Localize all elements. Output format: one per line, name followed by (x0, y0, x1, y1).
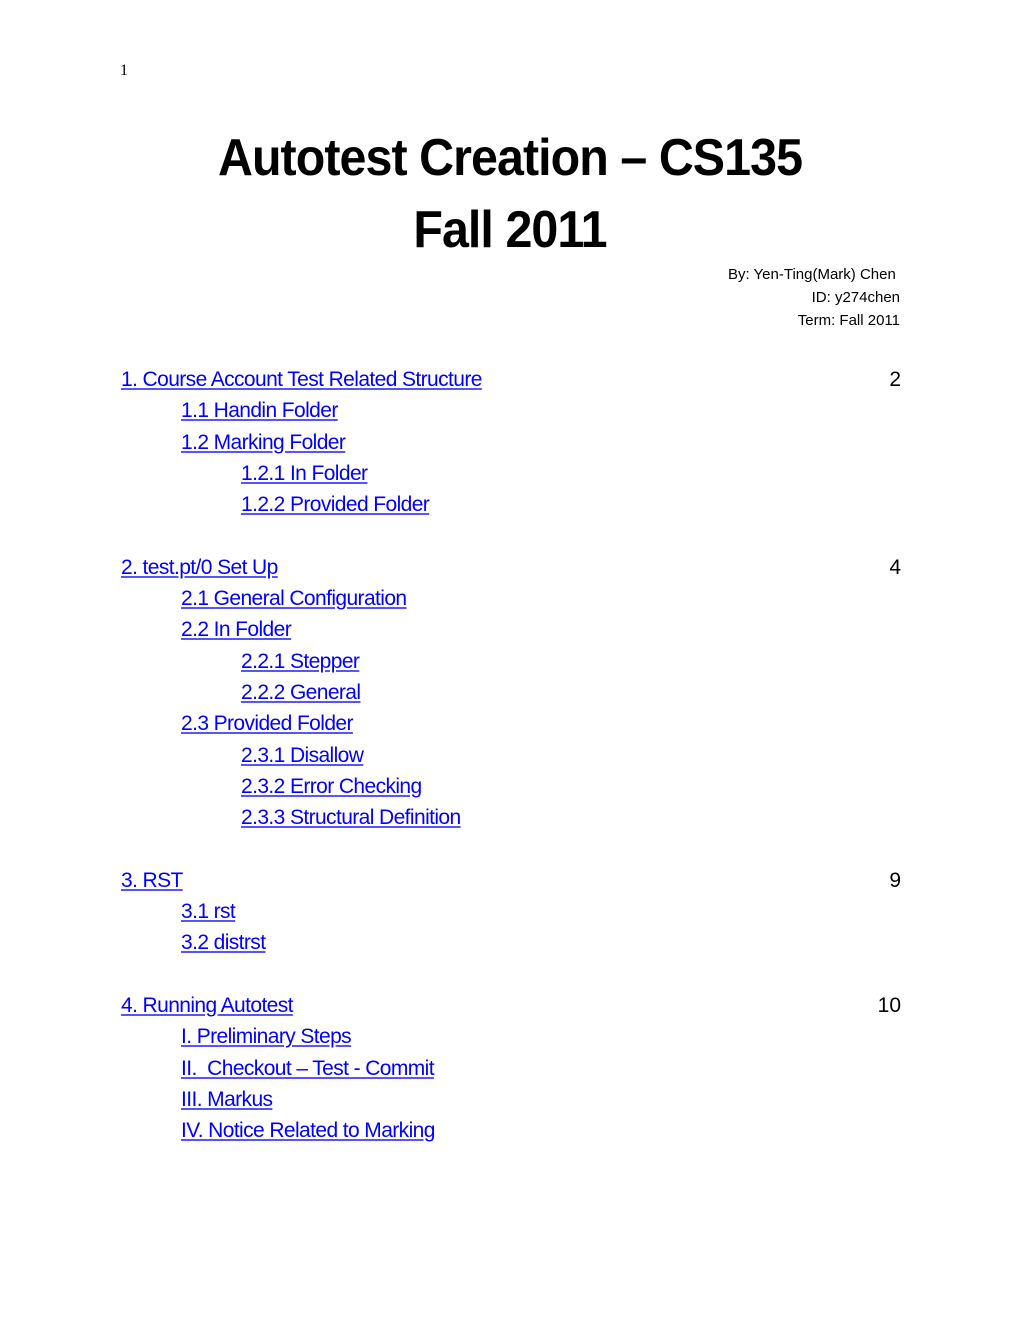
toc-subentry: 2.3.2 Error Checking (121, 771, 901, 802)
toc-link[interactable]: 1. Course Account Test Related Structure (121, 364, 482, 395)
toc-page-number: 9 (889, 868, 901, 892)
toc-link[interactable]: 3. RST (121, 865, 183, 896)
toc-link[interactable]: 2. test.pt/0 Set Up (121, 552, 278, 583)
toc-page-number: 10 (877, 993, 901, 1017)
author-term: Term: Fall 2011 (797, 312, 900, 329)
toc-subentry: 2.2.1 Stepper (121, 646, 901, 677)
toc-entry: 3. RST 9 (121, 865, 901, 896)
toc-sublink[interactable]: 2.3 Provided Folder (181, 708, 353, 739)
page-number: 1 (120, 62, 128, 79)
title-line-1: Autotest Creation – CS135 (217, 129, 803, 187)
toc-subentry: 2.2.2 General (121, 677, 901, 708)
toc-sublink[interactable]: IV. Notice Related to Marking (181, 1115, 435, 1146)
toc-subentry: 2.2 In Folder (121, 614, 901, 645)
toc-subentry: 3.1 rst (121, 896, 901, 927)
author-name: By: Yen-Ting(Mark) Chen (727, 266, 900, 283)
toc-page-number: 4 (889, 555, 901, 579)
toc-section: 2. test.pt/0 Set Up 4 2.1 General Configur… (121, 552, 901, 834)
toc-subentry: 1.2.2 Provided Folder (121, 489, 901, 520)
toc-subentry: 3.2 distrst (121, 927, 901, 958)
toc-sublink[interactable]: I. Preliminary Steps (181, 1021, 352, 1052)
toc-sublink[interactable]: 3.1 rst (181, 896, 236, 927)
toc-subentry: 1.2 Marking Folder (121, 427, 901, 458)
toc-page-number: 2 (889, 368, 901, 391)
toc-sublink[interactable]: 1.1 Handin Folder (181, 395, 338, 426)
toc-subentry: 1.1 Handin Folder (121, 395, 901, 426)
author-id: ID: y274chen (811, 289, 900, 306)
toc-subentry: III. Markus (121, 1084, 901, 1115)
toc-section: 4. Running Autotest 10 I. Preliminary Step… (121, 990, 901, 1146)
toc-subentry: 1.2.1 In Folder (121, 458, 901, 489)
toc-sublink[interactable]: 1.2.2 Provided Folder (241, 489, 430, 520)
toc-subentry: I. Preliminary Steps (121, 1021, 901, 1052)
toc-sublink[interactable]: 2.1 General Configuration (181, 583, 407, 614)
document-title: Autotest Creation – CS135 Fall 2011 (36, 122, 985, 266)
toc-sublink[interactable]: II. Checkout – Test - Commit (181, 1053, 435, 1084)
toc-sublink[interactable]: 2.3.1 Disallow (241, 740, 364, 771)
toc-sublink[interactable]: III. Markus (181, 1084, 273, 1115)
toc-subentry: 2.3.1 Disallow (121, 740, 901, 771)
toc-sublink[interactable]: 2.3.3 Structural Definition (241, 802, 461, 833)
table-of-contents: 1. Course Account Test Related Structure… (121, 364, 901, 1178)
toc-sublink[interactable]: 2.3.2 Error Checking (241, 771, 422, 802)
toc-sublink[interactable]: 2.2 In Folder (181, 614, 292, 645)
toc-subentry: 2.3 Provided Folder (121, 708, 901, 739)
title-line-2: Fall 2011 (413, 201, 607, 259)
toc-entry: 4. Running Autotest 10 (121, 990, 901, 1021)
toc-link[interactable]: 4. Running Autotest (121, 990, 294, 1021)
toc-section: 3. RST 9 3.1 rst 3.2 distrst (121, 865, 901, 959)
toc-sublink[interactable]: 3.2 distrst (181, 927, 266, 958)
toc-sublink[interactable]: 1.2.1 In Folder (241, 458, 368, 489)
toc-entry: 1. Course Account Test Related Structure… (121, 364, 901, 395)
toc-subentry: II. Checkout – Test - Commit (121, 1053, 901, 1084)
toc-subentry: IV. Notice Related to Marking (121, 1115, 901, 1146)
toc-subentry: 2.3.3 Structural Definition (121, 802, 901, 833)
toc-sublink[interactable]: 2.2.2 General (241, 677, 361, 708)
toc-sublink[interactable]: 2.2.1 Stepper (241, 646, 360, 677)
toc-entry: 2. test.pt/0 Set Up 4 (121, 552, 901, 583)
toc-sublink[interactable]: 1.2 Marking Folder (181, 427, 346, 458)
author-block: By: Yen-Ting(Mark) Chen ID: y274chen Ter… (728, 263, 900, 332)
toc-section: 1. Course Account Test Related Structure… (121, 364, 901, 520)
toc-subentry: 2.1 General Configuration (121, 583, 901, 614)
